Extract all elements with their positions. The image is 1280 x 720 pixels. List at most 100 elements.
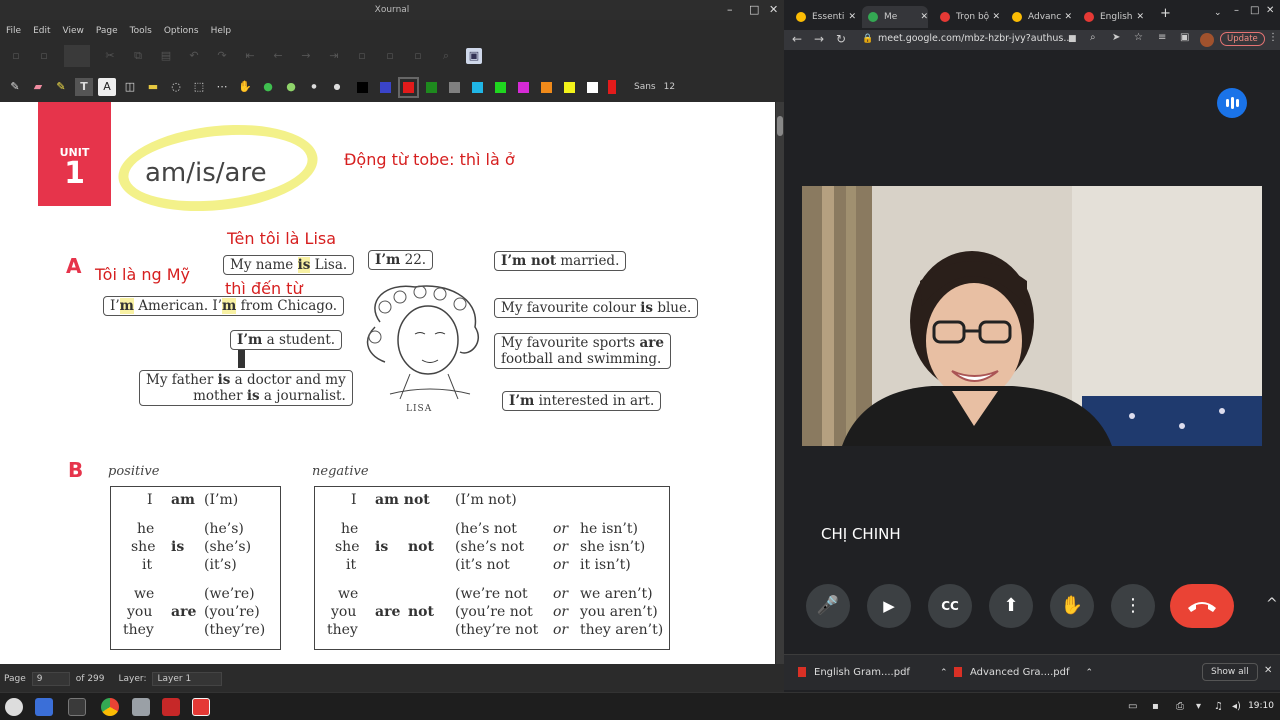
new-tab-icon[interactable]: + bbox=[1160, 6, 1171, 21]
sidepanel-icon[interactable]: ▣ bbox=[1180, 32, 1189, 43]
select-rect-icon[interactable]: ⬚ bbox=[190, 78, 208, 96]
last-page-icon[interactable]: ⇥ bbox=[326, 48, 342, 64]
color-lightgreen[interactable] bbox=[495, 81, 506, 93]
camera-icon[interactable]: ■ bbox=[1068, 34, 1077, 44]
tab-tron-bo[interactable]: Trọn bộ ✕ bbox=[934, 6, 1000, 28]
minimize-icon[interactable]: – bbox=[727, 0, 733, 20]
recorder-icon[interactable] bbox=[162, 698, 180, 716]
close-icon[interactable]: ✕ bbox=[769, 0, 778, 20]
image-tool-icon[interactable]: A bbox=[98, 78, 116, 96]
vertical-space-icon[interactable]: ⋯ bbox=[213, 78, 231, 96]
zoom-out-icon[interactable]: ▫ bbox=[354, 48, 370, 64]
files-icon[interactable] bbox=[132, 698, 150, 716]
back-icon[interactable]: ← bbox=[792, 32, 802, 46]
color-blue[interactable] bbox=[380, 81, 391, 93]
show-all-button[interactable]: Show all bbox=[1202, 663, 1258, 681]
menu-dots-icon[interactable]: ⋮ bbox=[1268, 32, 1278, 43]
chevron-up-icon[interactable]: ⌃ bbox=[1086, 668, 1094, 678]
color-green[interactable] bbox=[426, 81, 437, 93]
participant-video[interactable] bbox=[802, 186, 1262, 446]
cut-icon[interactable]: ✂ bbox=[102, 48, 118, 64]
url-field[interactable]: meet.google.com/mbz-hzbr-jvy?authus... bbox=[878, 33, 1072, 44]
download-item[interactable]: English Gram....pdf ⌃ bbox=[798, 667, 948, 678]
menu-edit[interactable]: Edit bbox=[27, 22, 56, 40]
chevron-up-icon[interactable]: ⌃ bbox=[940, 668, 948, 678]
more-options-button[interactable]: ⋮ bbox=[1111, 584, 1155, 628]
maximize-icon[interactable]: □ bbox=[1250, 5, 1259, 16]
tab-close-icon[interactable]: ✕ bbox=[920, 6, 928, 28]
default-pen-icon[interactable]: ● bbox=[282, 78, 300, 96]
tab-search-icon[interactable]: ⌄ bbox=[1214, 8, 1222, 18]
close-downloads-icon[interactable]: ✕ bbox=[1264, 665, 1272, 676]
star-icon[interactable]: ☆ bbox=[1134, 32, 1143, 43]
microphone-button[interactable]: 🎤 bbox=[806, 584, 850, 628]
tab-close-icon[interactable]: ✕ bbox=[1064, 6, 1072, 28]
thin-line-icon[interactable]: ● bbox=[305, 78, 323, 96]
color-gray[interactable] bbox=[449, 81, 460, 93]
default-tool-icon[interactable]: ● bbox=[259, 78, 277, 96]
file-manager-icon[interactable] bbox=[35, 698, 53, 716]
maximize-icon[interactable]: □ bbox=[749, 0, 759, 20]
download-item[interactable]: Advanced Gra....pdf ⌃ bbox=[954, 667, 1093, 678]
menu-tools[interactable]: Tools bbox=[124, 22, 158, 40]
tab-close-icon[interactable]: ✕ bbox=[848, 6, 856, 28]
minimize-icon[interactable]: – bbox=[1234, 5, 1239, 16]
expand-up-icon[interactable]: ^ bbox=[1266, 596, 1278, 612]
next-page-icon[interactable]: → bbox=[298, 48, 314, 64]
color-lightblue[interactable] bbox=[472, 81, 483, 93]
tab-essential[interactable]: Essenti ✕ bbox=[790, 6, 856, 28]
tab-close-icon[interactable]: ✕ bbox=[992, 6, 1000, 28]
color-magenta[interactable] bbox=[518, 81, 529, 93]
camera-button[interactable]: ▶ bbox=[867, 584, 911, 628]
save-icon[interactable] bbox=[64, 45, 90, 67]
color-red[interactable] bbox=[398, 76, 419, 98]
music-icon[interactable]: ♫ bbox=[1214, 701, 1223, 712]
scrollbar-thumb[interactable] bbox=[777, 116, 783, 136]
color-white[interactable] bbox=[587, 81, 598, 93]
layer-select[interactable]: Layer 1 bbox=[152, 672, 223, 686]
clock[interactable]: 19:10 bbox=[1248, 701, 1274, 711]
close-icon[interactable]: ✕ bbox=[1266, 5, 1274, 16]
start-menu-icon[interactable] bbox=[5, 698, 23, 716]
terminal-icon[interactable] bbox=[68, 698, 86, 716]
prev-page-icon[interactable]: ← bbox=[270, 48, 286, 64]
xournal-icon[interactable] bbox=[192, 698, 210, 716]
shape-recognizer-icon[interactable]: ◫ bbox=[121, 78, 139, 96]
lock-icon[interactable]: 🔒 bbox=[862, 34, 873, 44]
eraser-icon[interactable]: ▰ bbox=[29, 78, 47, 96]
pen-icon[interactable]: ✎ bbox=[6, 78, 24, 96]
first-page-icon[interactable]: ⇤ bbox=[242, 48, 258, 64]
media-icon[interactable]: ≡ bbox=[1158, 32, 1166, 43]
ruler-icon[interactable]: ▬ bbox=[144, 78, 162, 96]
raise-hand-button[interactable]: ✋ bbox=[1050, 584, 1094, 628]
battery-icon[interactable]: ▭ bbox=[1128, 701, 1137, 712]
color-black[interactable] bbox=[357, 81, 368, 93]
current-color[interactable] bbox=[608, 80, 616, 94]
zoom-search-icon[interactable]: ⌕ bbox=[438, 48, 454, 64]
tab-close-icon[interactable]: ✕ bbox=[1136, 6, 1144, 28]
zoom-fit-icon[interactable]: ▫ bbox=[410, 48, 426, 64]
font-size[interactable]: 12 bbox=[664, 82, 675, 92]
volume-icon[interactable]: ◂) bbox=[1232, 701, 1241, 712]
paste-icon[interactable]: ▤ bbox=[158, 48, 174, 64]
zoom-in-icon[interactable]: ▫ bbox=[382, 48, 398, 64]
reload-icon[interactable]: ↻ bbox=[836, 32, 846, 46]
captions-button[interactable]: CC bbox=[928, 584, 972, 628]
document-page[interactable]: UNIT 1 am/is/are Động từ tobe: thì là ở … bbox=[0, 102, 775, 664]
end-call-button[interactable] bbox=[1170, 584, 1234, 628]
profile-avatar[interactable] bbox=[1200, 33, 1214, 47]
tab-advanced[interactable]: Advanc ✕ bbox=[1006, 6, 1072, 28]
page-number-input[interactable]: 9 bbox=[31, 672, 70, 686]
zoom-icon[interactable]: ⌕ bbox=[1090, 32, 1096, 43]
wifi-icon[interactable]: ▾ bbox=[1196, 701, 1201, 712]
medium-line-icon[interactable]: ● bbox=[328, 78, 346, 96]
update-button[interactable]: Update bbox=[1220, 32, 1265, 46]
highlighter-icon[interactable]: ✎ bbox=[52, 78, 70, 96]
new-icon[interactable]: ▫ bbox=[8, 48, 24, 64]
redo-icon[interactable]: ↷ bbox=[214, 48, 230, 64]
undo-icon[interactable]: ↶ bbox=[186, 48, 202, 64]
tab-meet[interactable]: Me ✕ bbox=[862, 6, 928, 28]
lasso-icon[interactable]: ◌ bbox=[167, 78, 185, 96]
send-icon[interactable]: ➤ bbox=[1112, 32, 1120, 43]
menu-help[interactable]: Help bbox=[205, 22, 238, 40]
